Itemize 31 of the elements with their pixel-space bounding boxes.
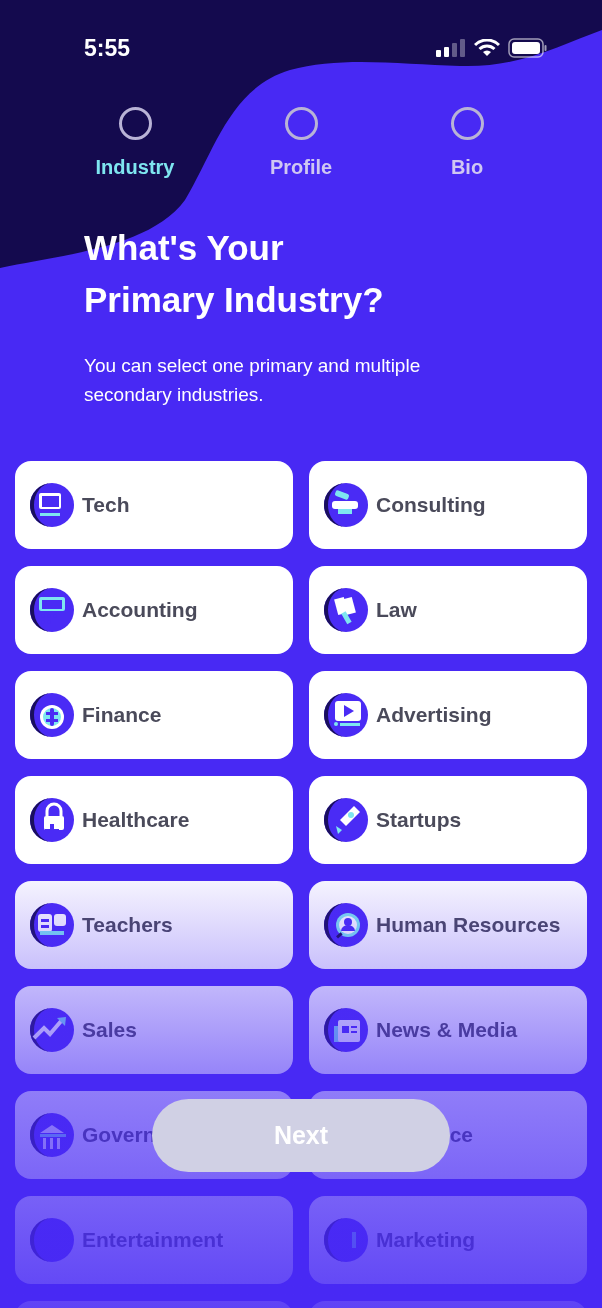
industry-tile[interactable]: Healthcare (15, 776, 293, 864)
monitor-icon (30, 483, 74, 527)
industry-tile[interactable]: News & Media (309, 986, 587, 1074)
industry-tile[interactable]: Sales (15, 986, 293, 1074)
lock-icon (30, 798, 74, 842)
building-icon (30, 1113, 74, 1157)
gavel-icon (324, 588, 368, 632)
newspaper-icon (324, 1008, 368, 1052)
page-subtitle: You can select one primary and multiple secondary industries. (84, 354, 422, 407)
industry-tile[interactable]: Consulting (309, 461, 587, 549)
video-icon (324, 693, 368, 737)
industry-tile[interactable]: Accounting (15, 566, 293, 654)
step-tab[interactable]: Profile (221, 107, 381, 182)
step-tab[interactable]: Bio (387, 107, 547, 182)
chart-icon (30, 1008, 74, 1052)
person-icon (324, 903, 368, 947)
industry-tile[interactable]: Startups (309, 776, 587, 864)
wifi-icon (474, 39, 500, 57)
industry-tile[interactable]: Finance (15, 671, 293, 759)
book-icon (30, 903, 74, 947)
signal-icon (436, 39, 466, 57)
industry-tile[interactable]: Teachers (15, 881, 293, 969)
industry-tile[interactable]: Tech (15, 461, 293, 549)
battery-icon (508, 38, 548, 58)
status-time: 5:55 (84, 34, 131, 62)
rocket-icon (324, 798, 368, 842)
industry-tile[interactable]: Human Resources (309, 881, 587, 969)
industry-tile[interactable]: Advertising (309, 671, 587, 759)
industry-tile[interactable]: Law (309, 566, 587, 654)
page-title: What's Your Primary Industry? (84, 227, 385, 321)
step-tab[interactable]: Industry (55, 107, 215, 182)
